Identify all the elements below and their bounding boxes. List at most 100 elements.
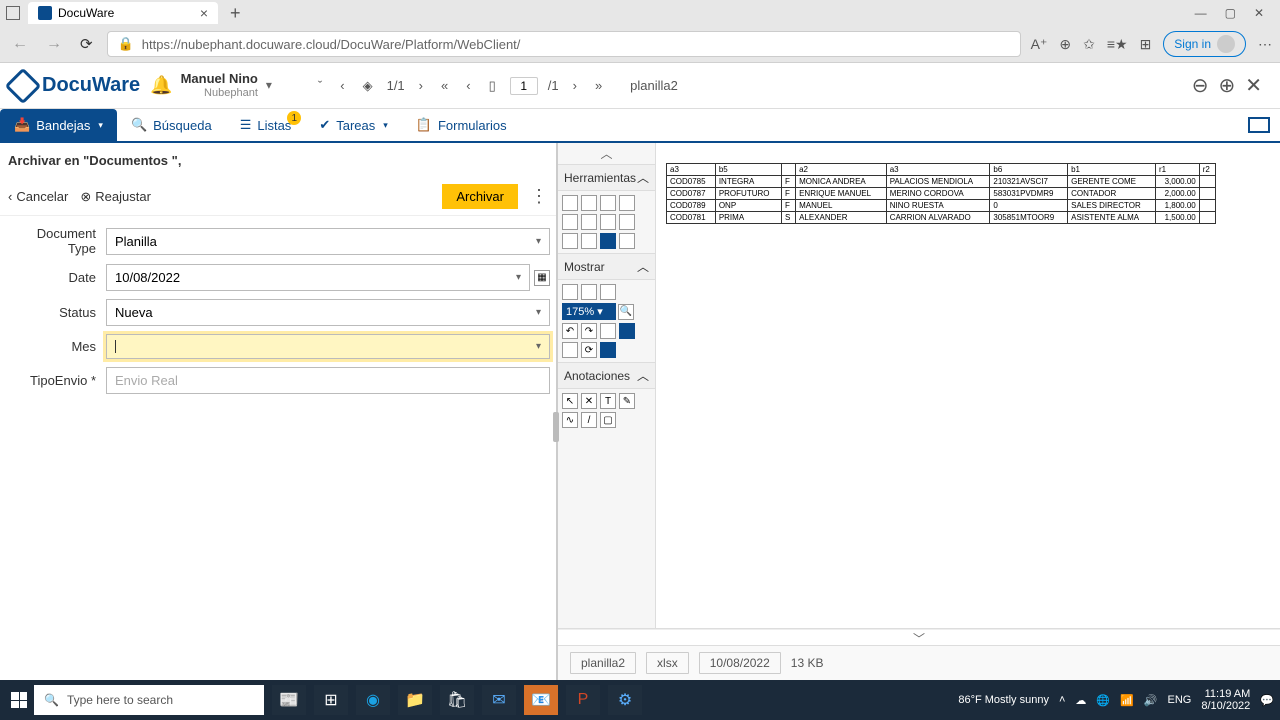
news-icon[interactable]: 📰	[272, 685, 306, 715]
tab-busqueda[interactable]: 🔍 Búsqueda	[117, 109, 226, 141]
close-tab-icon[interactable]: ×	[200, 5, 208, 21]
rotate-left-icon[interactable]: ↶	[562, 323, 578, 339]
refresh-view-icon[interactable]: ⟳	[581, 342, 597, 358]
next-doc-icon[interactable]: ›	[415, 76, 427, 95]
tab-formularios[interactable]: 📋 Formularios	[402, 109, 521, 141]
text-annot-icon[interactable]: T	[600, 393, 616, 409]
taskbar-search[interactable]: 🔍 Type here to search	[34, 685, 264, 715]
first-page-icon[interactable]: «	[437, 76, 452, 95]
collapse-viewer-icon[interactable]: ˇ	[314, 76, 326, 95]
tool-download-icon[interactable]	[562, 214, 578, 230]
section-anotaciones[interactable]: Anotaciones ︿	[558, 362, 655, 389]
tipoenvio-input[interactable]: Envio Real	[106, 367, 550, 394]
document-preview[interactable]: a3b5a2a3b6b1r1r2 COD0785INTEGRAFMONICA A…	[656, 143, 1280, 628]
maximize-window-icon[interactable]: ▢	[1225, 6, 1236, 20]
line-icon[interactable]: /	[581, 412, 597, 428]
zoom-select[interactable]: 175% ▾	[562, 303, 616, 320]
view-mode-icon[interactable]	[619, 323, 635, 339]
close-window-icon[interactable]: ✕	[1254, 6, 1264, 20]
flip-icon[interactable]	[600, 323, 616, 339]
edge-icon[interactable]: ◉	[356, 685, 390, 715]
ruler-icon[interactable]	[562, 342, 578, 358]
tool-selected-icon[interactable]	[600, 233, 616, 249]
tool-misc-icon[interactable]	[619, 233, 635, 249]
app-logo[interactable]: DocuWare	[10, 73, 140, 99]
read-aloud-icon[interactable]: A⁺	[1031, 36, 1048, 53]
zoom-icon[interactable]: ⊕	[1059, 36, 1071, 53]
user-menu[interactable]: Manuel Nino Nubephant	[181, 72, 258, 98]
zoom-in-icon[interactable]: ⊕	[1218, 73, 1235, 98]
next-page-icon[interactable]: ›	[569, 76, 581, 95]
collapse-panel-down-icon[interactable]: ﹀	[558, 629, 1280, 645]
tool-share-icon[interactable]	[619, 214, 635, 230]
pointer-icon[interactable]: ↖	[562, 393, 578, 409]
date-input[interactable]: 10/08/2022 ▾	[106, 264, 530, 291]
tab-tareas[interactable]: ✔ Tareas ▾	[305, 109, 401, 141]
wifi-icon[interactable]: 📶	[1120, 694, 1134, 707]
favorites-bar-icon[interactable]: ≡★	[1107, 36, 1128, 53]
prev-doc-icon[interactable]: ‹	[336, 76, 348, 95]
minimize-window-icon[interactable]: —	[1195, 6, 1207, 20]
language-indicator[interactable]: ENG	[1168, 694, 1192, 706]
tab-bandejas[interactable]: 📥 Bandejas ▾	[0, 109, 117, 141]
status-select[interactable]: Nueva ▾	[106, 299, 550, 326]
view-single-icon[interactable]	[562, 284, 578, 300]
mes-select[interactable]: ▾	[106, 334, 550, 359]
layout-toggle-icon[interactable]	[1248, 117, 1270, 133]
annotation-mode-icon[interactable]	[600, 342, 616, 358]
tool-edit-icon[interactable]	[581, 195, 597, 211]
rect-icon[interactable]: ▢	[600, 412, 616, 428]
rotate-right-icon[interactable]: ↷	[581, 323, 597, 339]
network-icon[interactable]: 🌐	[1096, 694, 1110, 707]
draw-annot-icon[interactable]: ✎	[619, 393, 635, 409]
settings-icon[interactable]: ⚙	[608, 685, 642, 715]
collections-icon[interactable]: ⊞	[1140, 36, 1152, 53]
more-actions-icon[interactable]: ⋮	[530, 186, 548, 207]
reset-button[interactable]: ⊗ Reajustar	[80, 189, 151, 205]
calendar-icon[interactable]: ▦	[534, 270, 550, 286]
tab-overview-icon[interactable]	[6, 6, 20, 20]
tool-grid-icon[interactable]	[581, 214, 597, 230]
menu-icon[interactable]: ⋯	[1258, 36, 1272, 53]
explorer-icon[interactable]: 📁	[398, 685, 432, 715]
notifications-tray-icon[interactable]: 💬	[1260, 694, 1274, 707]
nav-back-icon[interactable]: ←	[8, 35, 32, 53]
weather-widget[interactable]: 86°F Mostly sunny	[958, 694, 1049, 706]
layers-icon[interactable]: ◈	[359, 76, 377, 96]
mail-icon[interactable]: ✉	[482, 685, 516, 715]
panel-splitter[interactable]	[553, 412, 559, 442]
tab-listas[interactable]: ☰ Listas 1	[226, 109, 306, 141]
last-page-icon[interactable]: »	[591, 76, 606, 95]
powerpoint-icon[interactable]: P	[566, 685, 600, 715]
store-icon[interactable]: 🛍	[440, 685, 474, 715]
start-button[interactable]	[6, 687, 32, 713]
tool-save-icon[interactable]	[562, 195, 578, 211]
collapse-panel-up-icon[interactable]: ︿	[558, 143, 655, 164]
section-mostrar[interactable]: Mostrar ︿	[558, 253, 655, 280]
tool-more-icon[interactable]	[581, 233, 597, 249]
view-double-icon[interactable]	[581, 284, 597, 300]
onedrive-icon[interactable]: ☁	[1075, 694, 1086, 707]
favorite-icon[interactable]: ✩	[1083, 36, 1095, 53]
volume-icon[interactable]: 🔊	[1144, 694, 1158, 707]
chevron-down-icon[interactable]: ▾	[383, 120, 388, 131]
page-input[interactable]	[510, 77, 538, 95]
zoom-out-icon[interactable]: ⊖	[1192, 73, 1209, 98]
close-viewer-icon[interactable]: ✕	[1245, 73, 1262, 98]
chevron-down-icon[interactable]: ▾	[98, 120, 103, 131]
chevron-down-icon[interactable]: ▾	[266, 78, 272, 92]
address-bar[interactable]: 🔒 https://nubephant.docuware.cloud/DocuW…	[107, 31, 1021, 57]
doctype-select[interactable]: Planilla ▾	[106, 228, 550, 255]
task-view-icon[interactable]: ⊞	[314, 685, 348, 715]
refresh-icon[interactable]: ⟳	[76, 35, 97, 53]
prev-page-icon[interactable]: ‹	[462, 76, 474, 95]
tool-export-icon[interactable]	[619, 195, 635, 211]
view-fit-icon[interactable]	[600, 284, 616, 300]
signin-button[interactable]: Sign in	[1163, 31, 1246, 57]
tool-print-icon[interactable]	[600, 195, 616, 211]
tray-chevron-icon[interactable]: ˄	[1059, 694, 1065, 706]
tool-zoom-icon[interactable]	[600, 214, 616, 230]
zoom-to-icon[interactable]: 🔍	[618, 304, 634, 320]
new-tab-button[interactable]: +	[222, 3, 249, 24]
outlook-icon[interactable]: 📧	[524, 685, 558, 715]
